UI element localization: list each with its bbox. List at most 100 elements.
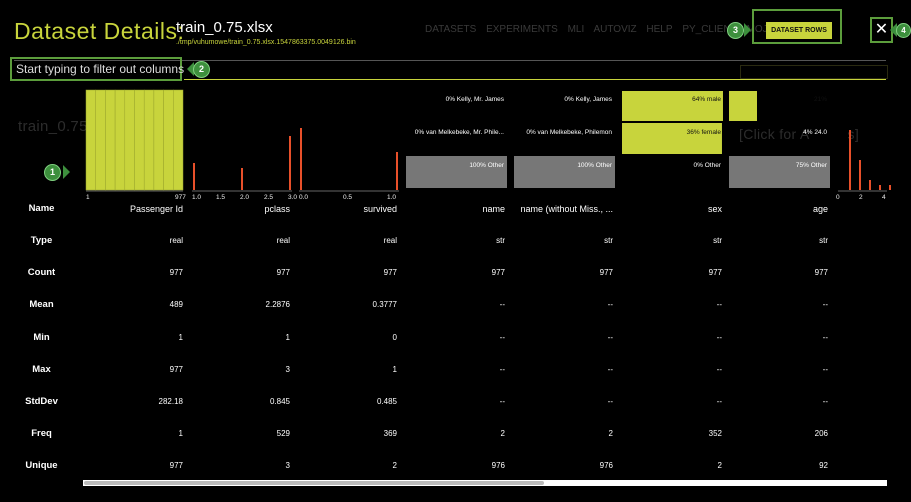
stat-cell: real (276, 236, 290, 245)
axis-tick-label: 0.0 (299, 194, 309, 201)
axis-tick-label: 977 (175, 194, 186, 201)
stat-label-max: Max (32, 364, 51, 375)
category-label: 100% Other (577, 162, 612, 169)
stat-cell: 2 (392, 461, 397, 470)
stat-label-min: Min (33, 332, 50, 343)
stat-cell: -- (716, 365, 722, 374)
axis-tick-label: 2.5 (264, 194, 274, 201)
axis-tick-label: 4 (882, 194, 886, 201)
stat-cell: 977 (708, 268, 722, 277)
histogram-bar (114, 89, 126, 191)
stat-cell: -- (716, 397, 722, 406)
category-label: 0% van Melkebeke, Mr. Phile... (414, 128, 504, 136)
stat-cell: -- (716, 333, 722, 342)
stat-cell: -- (822, 300, 828, 309)
stat-cell: -- (607, 365, 613, 374)
stat-cell: 976 (491, 461, 505, 470)
stat-cell: 369 (383, 429, 397, 438)
histogram-bar (163, 89, 174, 191)
stat-cell: -- (607, 300, 613, 309)
stat-cell: 977 (491, 268, 505, 277)
stat-cell: 0.485 (376, 397, 397, 406)
column-header[interactable]: pclass (264, 204, 290, 214)
category-label: 36% female (686, 128, 721, 136)
stat-cell: -- (499, 365, 505, 374)
histogram-bar (193, 163, 195, 190)
category-label: 100% Other (469, 162, 504, 169)
stat-cell: 976 (599, 461, 613, 470)
stat-cell: 2 (717, 461, 722, 470)
stat-cell: -- (716, 300, 722, 309)
histogram-bar (153, 89, 164, 191)
stat-cell: 977 (383, 268, 397, 277)
stat-label-unique: Unique (25, 460, 58, 471)
histogram-bar (869, 180, 871, 190)
axis-tick-label: 0.5 (343, 194, 353, 201)
axis-tick-label: 1.5 (216, 194, 226, 201)
histogram-bar (289, 136, 291, 190)
histogram-bar (879, 185, 881, 190)
column-header[interactable]: survived (363, 204, 397, 214)
category-label: 4% 24.0 (803, 128, 827, 136)
stat-cell: -- (607, 333, 613, 342)
histogram-bar (396, 152, 398, 190)
stat-cell: 2 (608, 429, 613, 438)
histogram-bar (95, 89, 106, 191)
category-label: 0% Kelly, James (564, 96, 612, 103)
column-header[interactable]: name (without Miss., ... (520, 204, 613, 214)
stat-cell: 2.2876 (265, 300, 290, 309)
histogram-bar (105, 89, 116, 191)
stat-cell: real (383, 236, 397, 245)
stat-cell: -- (499, 397, 505, 406)
category-label: 0% Other (693, 162, 721, 169)
histogram-bar (859, 160, 861, 190)
stat-cell: 352 (708, 429, 722, 438)
stat-cell: str (604, 236, 613, 245)
stat-cell: 2 (500, 429, 505, 438)
axis-tick-label: 2.0 (240, 194, 250, 201)
axis-tick-label: 1.0 (192, 194, 202, 201)
stat-cell: 3 (285, 365, 290, 374)
axis-tick-label: 2 (859, 194, 863, 201)
stat-cell: -- (499, 333, 505, 342)
category-label: 64% male (692, 96, 721, 103)
stat-cell: 977 (599, 268, 613, 277)
scrollbar-thumb[interactable] (84, 481, 544, 485)
stat-cell: 977 (169, 365, 183, 374)
stat-cell: 1 (178, 333, 183, 342)
stacked-bar-segment (729, 156, 830, 188)
stacked-bar-segment (514, 156, 615, 188)
column-header[interactable]: Passenger Id (130, 204, 183, 214)
stat-cell: -- (822, 333, 828, 342)
stat-cell: str (713, 236, 722, 245)
histogram-bar (241, 168, 243, 190)
stat-cell: 489 (169, 300, 183, 309)
column-header[interactable]: sex (708, 204, 722, 214)
stat-cell: -- (499, 300, 505, 309)
axis-tick-label: 1.0 (387, 194, 397, 201)
histogram-bar (300, 128, 302, 190)
histogram-bar (849, 130, 851, 190)
histogram-bar (173, 89, 184, 191)
column-header[interactable]: name (482, 204, 505, 214)
category-label: 21% (813, 96, 827, 103)
axis-tick-label: 1 (86, 194, 90, 201)
stat-cell: 529 (276, 429, 290, 438)
stat-cell: 3 (285, 461, 290, 470)
category-label: 0% van Melkebeke, Philemon (526, 128, 612, 136)
stat-cell: real (169, 236, 183, 245)
stat-cell: 977 (276, 268, 290, 277)
stat-cell: str (819, 236, 828, 245)
histogram-bar (143, 89, 155, 191)
stat-label-count: Count (27, 267, 56, 278)
stat-cell: -- (607, 397, 613, 406)
stat-cell: 977 (169, 268, 183, 277)
axis-tick-label: 0 (836, 194, 840, 201)
column-header[interactable]: age (813, 204, 828, 214)
stat-label-mean: Mean (29, 299, 54, 310)
stat-cell: 0 (392, 333, 397, 342)
stat-cell: -- (822, 397, 828, 406)
stat-cell: -- (822, 365, 828, 374)
stat-cell: 0.3777 (372, 300, 397, 309)
stat-cell: 977 (814, 268, 828, 277)
